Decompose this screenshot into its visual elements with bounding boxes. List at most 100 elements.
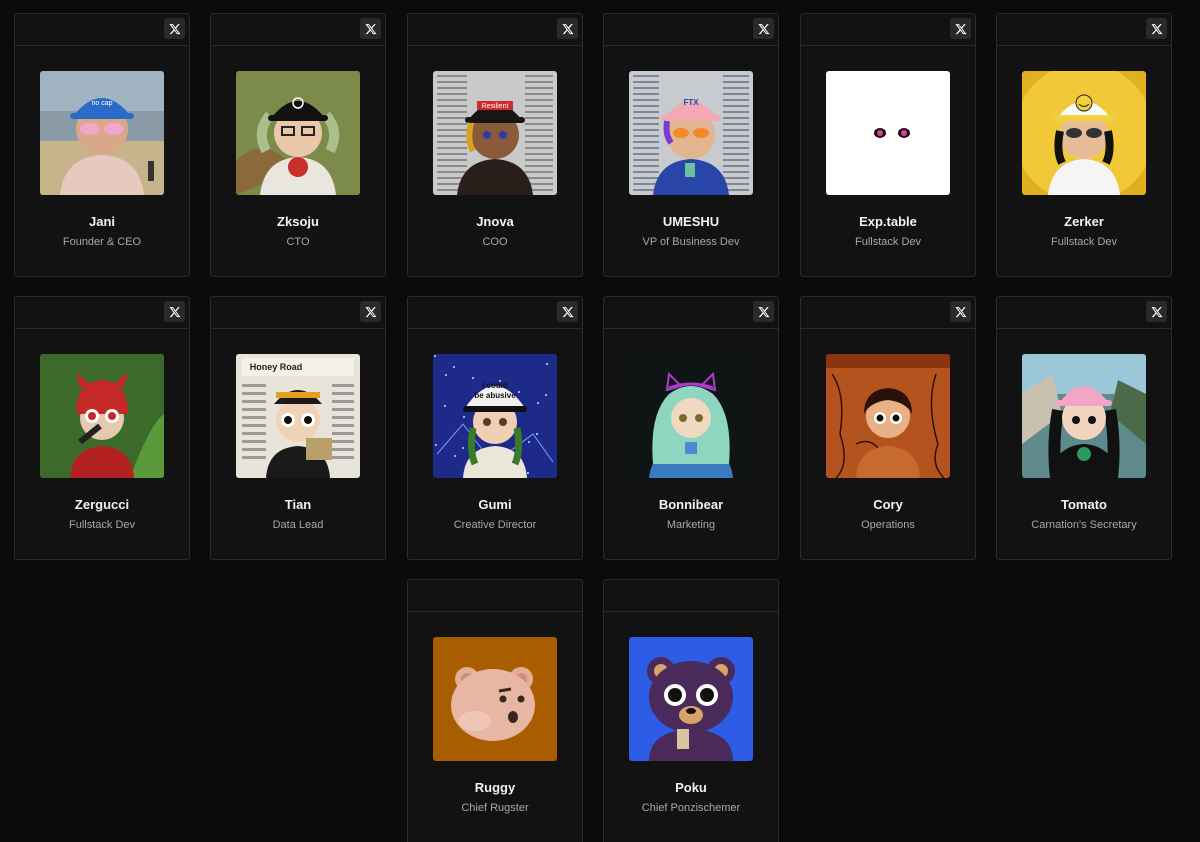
card-header	[15, 14, 189, 46]
member-name: Bonnibear	[658, 497, 724, 512]
team-member-card: Bonnibear Marketing	[603, 296, 779, 560]
avatar-orange-fresco	[826, 354, 950, 478]
x-profile-button[interactable]	[557, 301, 578, 322]
x-profile-button[interactable]	[1146, 301, 1167, 322]
x-logo-icon	[168, 23, 181, 35]
member-role: Carnation's Secretary	[1031, 519, 1137, 531]
avatar-black-cap-forest	[236, 71, 360, 195]
member-role: VP of Business Dev	[642, 236, 740, 248]
card-header	[604, 14, 778, 46]
x-logo-icon	[1150, 306, 1163, 318]
team-member-card: Poku Chief Ponzischemer	[603, 579, 779, 842]
x-logo-icon	[954, 306, 967, 318]
member-name: Exp.table	[859, 214, 917, 229]
member-role: Operations	[861, 519, 915, 531]
avatar-blue-cap-beach: no cap	[40, 71, 164, 195]
team-member-card: Ruggy Chief Rugster	[407, 579, 583, 842]
team-member-card: Zergucci Fullstack Dev	[14, 296, 190, 560]
team-grid: no cap Jani Founder & CEO Zksoju CTO Res…	[0, 0, 1200, 842]
x-profile-button[interactable]	[1146, 18, 1167, 39]
svg-text:FTX: FTX	[683, 98, 699, 107]
avatar-bear-orange	[433, 637, 557, 761]
card-header	[408, 297, 582, 329]
x-logo-icon	[168, 306, 181, 318]
x-logo-icon	[1150, 23, 1163, 35]
member-role: COO	[482, 236, 508, 248]
x-profile-button[interactable]	[557, 18, 578, 39]
x-logo-icon	[757, 306, 770, 318]
member-role: Chief Rugster	[461, 802, 529, 814]
member-role: CTO	[286, 236, 310, 248]
svg-text:be abusive: be abusive	[474, 391, 516, 400]
card-header	[997, 14, 1171, 46]
x-logo-icon	[757, 23, 770, 35]
avatar-pink-cap-city	[1022, 354, 1146, 478]
member-name: Ruggy	[474, 780, 516, 795]
card-header	[801, 297, 975, 329]
svg-text:Resilient: Resilient	[482, 103, 509, 110]
card-header	[211, 14, 385, 46]
avatar-floating-eyes	[826, 71, 950, 195]
team-member-card: Honey Road Tian Data Lead	[210, 296, 386, 560]
x-profile-button[interactable]	[950, 18, 971, 39]
member-role: Fullstack Dev	[854, 236, 922, 248]
team-member-card: no cap Jani Founder & CEO	[14, 13, 190, 277]
member-role: Fullstack Dev	[1050, 236, 1118, 248]
member-name: Zerker	[1064, 214, 1104, 229]
card-header	[801, 14, 975, 46]
member-name: Tian	[284, 497, 312, 512]
x-profile-button[interactable]	[360, 301, 381, 322]
x-profile-button[interactable]	[164, 301, 185, 322]
x-profile-button[interactable]	[753, 301, 774, 322]
team-member-card: Cory Operations	[800, 296, 976, 560]
x-profile-button[interactable]	[950, 301, 971, 322]
member-name: Cory	[873, 497, 903, 512]
member-role: Chief Ponzischemer	[641, 802, 741, 814]
card-header	[408, 14, 582, 46]
team-member-card: Zerker Fullstack Dev	[996, 13, 1172, 277]
card-header	[997, 297, 1171, 329]
x-logo-icon	[954, 23, 967, 35]
x-logo-icon	[561, 23, 574, 35]
avatar-honey-road: Honey Road	[236, 354, 360, 478]
avatar-smiley-cap	[1022, 71, 1146, 195]
card-header	[15, 297, 189, 329]
x-logo-icon	[561, 306, 574, 318]
svg-text:no cap: no cap	[91, 100, 112, 107]
svg-text:I could: I could	[482, 381, 508, 390]
member-role: Fullstack Dev	[68, 519, 136, 531]
member-role: Data Lead	[272, 519, 324, 531]
avatar-resilient-cap: Resilient	[433, 71, 557, 195]
member-role: Founder & CEO	[62, 236, 142, 248]
member-name: Gumi	[478, 497, 512, 512]
member-name: Tomato	[1061, 497, 1107, 512]
team-member-card: Resilient Jnova COO	[407, 13, 583, 277]
x-profile-button[interactable]	[753, 18, 774, 39]
member-name: Poku	[675, 780, 707, 795]
team-member-card: FTX UMESHU VP of Business Dev	[603, 13, 779, 277]
x-profile-button[interactable]	[360, 18, 381, 39]
card-header	[408, 580, 582, 612]
card-header	[211, 297, 385, 329]
team-member-card: Exp.table Fullstack Dev	[800, 13, 976, 277]
avatar-could-be-abusive: I could be abusive	[433, 354, 557, 478]
member-name: Zergucci	[74, 497, 130, 512]
member-role: Creative Director	[453, 519, 537, 531]
member-name: Jnova	[476, 214, 514, 229]
card-header	[604, 580, 778, 612]
avatar-red-devil	[40, 354, 164, 478]
x-profile-button[interactable]	[164, 18, 185, 39]
avatar-cat-ears-teal	[629, 354, 753, 478]
member-name: Jani	[88, 214, 115, 229]
x-logo-icon	[364, 23, 377, 35]
card-header	[604, 297, 778, 329]
member-role: Marketing	[666, 519, 716, 531]
team-member-card: Tomato Carnation's Secretary	[996, 296, 1172, 560]
avatar-bear-blue	[629, 637, 753, 761]
member-name: UMESHU	[662, 214, 720, 229]
x-logo-icon	[364, 306, 377, 318]
team-member-card: Zksoju CTO	[210, 13, 386, 277]
svg-text:Honey Road: Honey Road	[250, 362, 303, 372]
avatar-ftx-pink-cap: FTX	[629, 71, 753, 195]
member-name: Zksoju	[277, 214, 319, 229]
